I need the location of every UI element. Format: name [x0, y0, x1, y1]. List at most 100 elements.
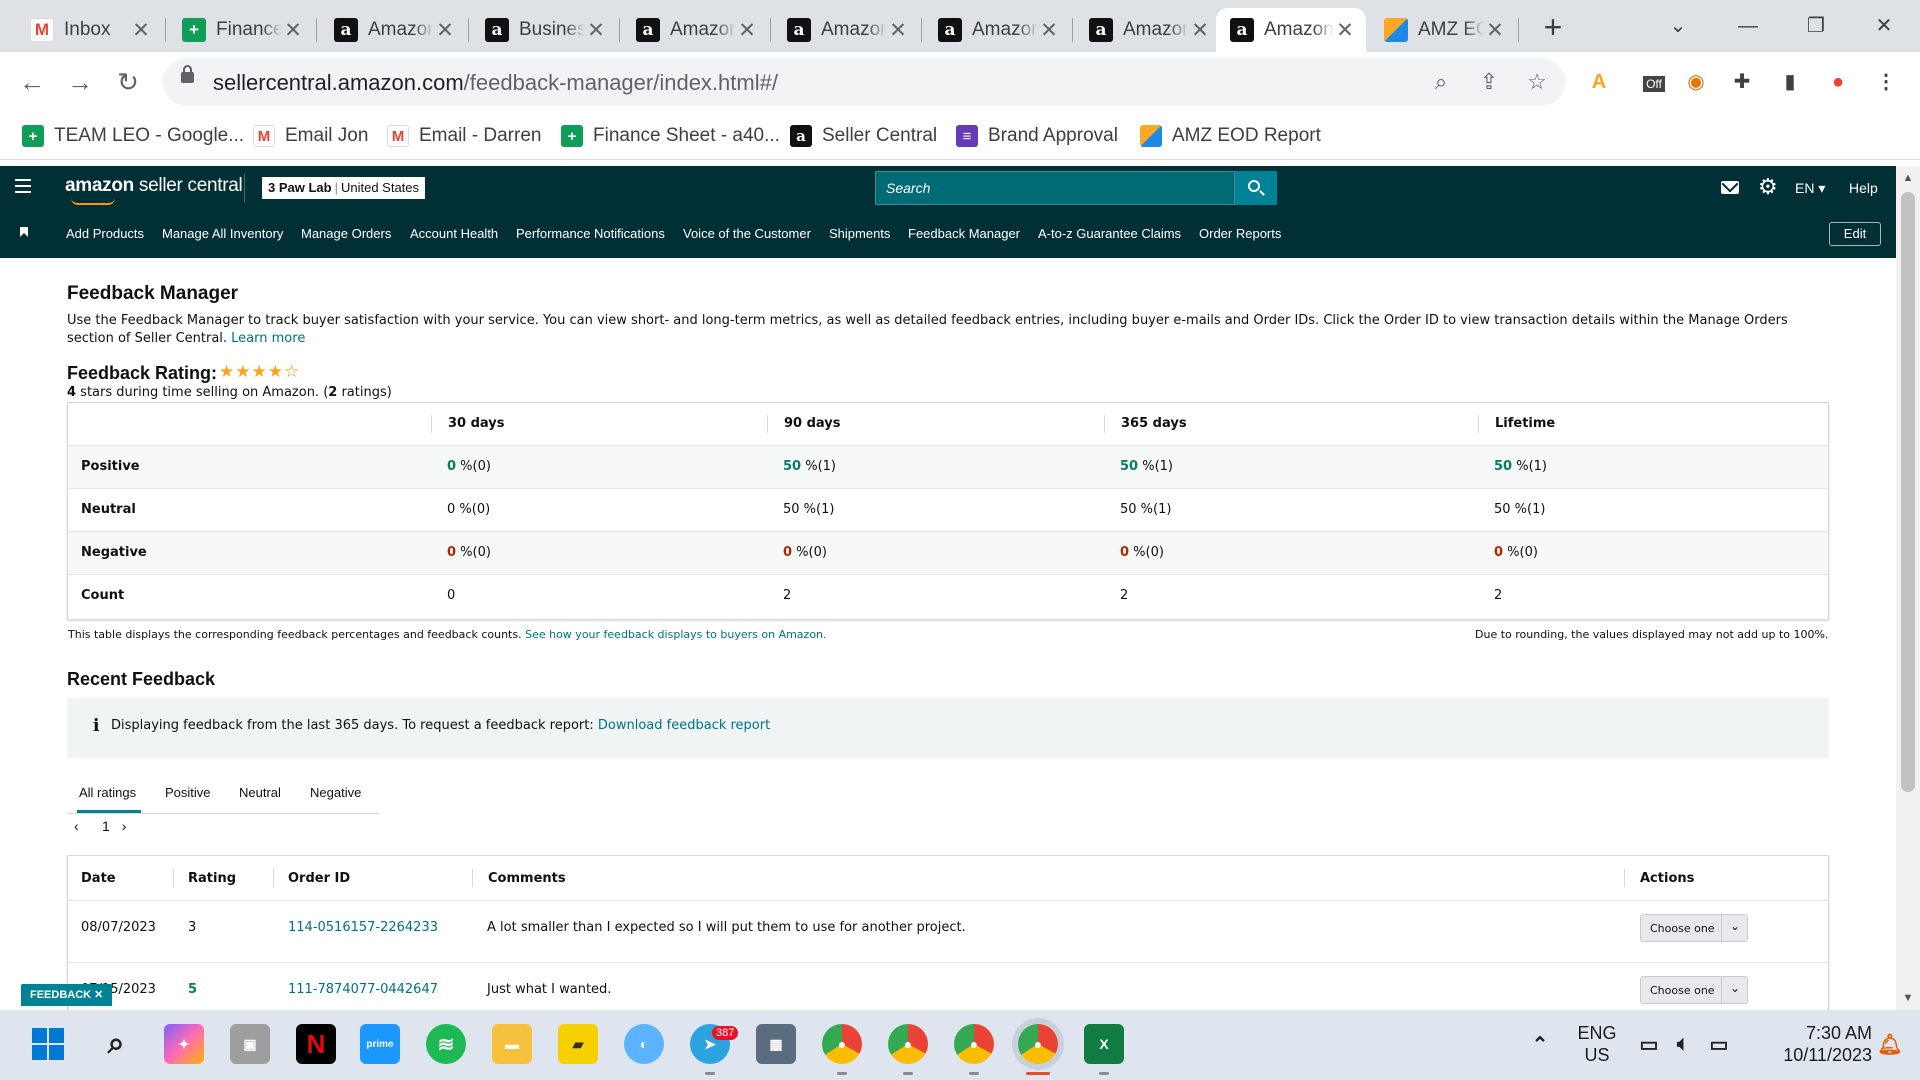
- share-icon[interactable]: ⇪: [1475, 68, 1503, 96]
- profile-avatar-icon[interactable]: ●: [1822, 66, 1854, 98]
- bookmark-email-darren[interactable]: M Email - Darren: [387, 122, 541, 150]
- buyer-display-link[interactable]: See how your feedback displays to buyers…: [525, 628, 826, 641]
- tab-all-ratings[interactable]: All ratings: [79, 785, 136, 800]
- copilot-icon[interactable]: ✦: [164, 1024, 204, 1064]
- off-extension-icon[interactable]: Off: [1638, 66, 1670, 98]
- search-button[interactable]: [1235, 171, 1277, 205]
- netflix-icon[interactable]: N: [296, 1024, 336, 1064]
- notification-bell-icon[interactable]: 🔔︎: [1872, 1024, 1908, 1064]
- close-icon[interactable]: ✕: [1189, 18, 1211, 43]
- seller-central-logo[interactable]: amazon seller central: [65, 175, 243, 205]
- next-page-icon[interactable]: ›: [122, 818, 138, 834]
- scroll-up-icon[interactable]: ▲: [1896, 168, 1920, 188]
- url-text[interactable]: sellercentral.amazon.com/feedback-manage…: [213, 70, 778, 96]
- scroll-down-icon[interactable]: ▼: [1896, 988, 1920, 1008]
- restore-icon[interactable]: ❐: [1794, 8, 1838, 44]
- edit-nav-button[interactable]: Edit: [1829, 222, 1881, 246]
- close-icon[interactable]: ✕: [434, 18, 456, 43]
- learn-more-link[interactable]: Learn more: [231, 331, 305, 346]
- star-bookmark-icon[interactable]: ☆: [1523, 68, 1551, 96]
- paint-icon[interactable]: ◐: [624, 1024, 664, 1064]
- zoom-icon[interactable]: ⌕: [1427, 68, 1455, 96]
- help-link[interactable]: Help: [1849, 180, 1878, 196]
- browser-tab-amazon-2[interactable]: a Amazon ✕: [622, 8, 768, 52]
- new-tab-button[interactable]: +: [1535, 10, 1571, 46]
- download-report-link[interactable]: Download feedback report: [598, 718, 770, 733]
- browser-tab-finance[interactable]: + Finance ✕: [168, 8, 314, 52]
- tab-search-icon[interactable]: ⌄: [1656, 8, 1700, 44]
- side-panel-icon[interactable]: ▮: [1774, 66, 1806, 98]
- extensions-puzzle-icon[interactable]: ✚: [1726, 66, 1758, 98]
- nav-atoz-claims[interactable]: A-to-z Guarantee Claims: [1038, 226, 1181, 241]
- volume-icon[interactable]: 🔈︎: [1668, 1024, 1698, 1064]
- bookmark-email-jon[interactable]: M Email Jon: [253, 122, 368, 150]
- nav-shipments[interactable]: Shipments: [829, 226, 890, 241]
- scrollbar-thumb[interactable]: [1901, 192, 1915, 792]
- browser-tab-amazon-3[interactable]: a Amazon ✕: [773, 8, 919, 52]
- search-input[interactable]: [886, 180, 1206, 196]
- nav-voice-of-customer[interactable]: Voice of the Customer: [683, 226, 811, 241]
- order-id-link[interactable]: 114-0516157-2264233: [288, 920, 438, 935]
- scout-extension-icon[interactable]: A: [1583, 66, 1615, 98]
- clock[interactable]: 7:30 AM 10/11/2023: [1752, 1022, 1872, 1066]
- tab-neutral[interactable]: Neutral: [239, 785, 281, 800]
- battery-icon[interactable]: ▭: [1704, 1024, 1734, 1064]
- tab-positive[interactable]: Positive: [165, 785, 211, 800]
- page-scrollbar[interactable]: ▲ ▼: [1896, 166, 1920, 1010]
- browser-tab-amazon-active[interactable]: a Amazon ✕: [1216, 8, 1366, 52]
- feedback-pill-button[interactable]: FEEDBACK ✕: [21, 984, 113, 1006]
- bookmark-team-leo[interactable]: + TEAM LEO - Google...: [22, 122, 244, 150]
- order-id-link[interactable]: 111-7874077-0442647: [288, 982, 438, 997]
- bookmark-icon[interactable]: [20, 227, 28, 237]
- gear-icon[interactable]: ⚙: [1758, 176, 1778, 198]
- chevron-up-icon[interactable]: ⌃: [1520, 1024, 1560, 1064]
- browser-tab-business[interactable]: a Business ✕: [471, 8, 617, 52]
- browser-tab-amazon-1[interactable]: a Amazon ✕: [320, 8, 466, 52]
- close-icon[interactable]: ✕: [887, 18, 909, 43]
- nav-manage-orders[interactable]: Manage Orders: [301, 226, 391, 241]
- action-dropdown[interactable]: Choose one ⌄: [1640, 976, 1748, 1004]
- bookmark-brand-approval[interactable]: ≡ Brand Approval: [956, 122, 1118, 150]
- close-icon[interactable]: ✕: [1038, 18, 1060, 43]
- close-icon[interactable]: ✕: [282, 18, 304, 43]
- calculator-icon[interactable]: ▦: [756, 1024, 796, 1064]
- chrome-menu-icon[interactable]: ⋮: [1870, 66, 1902, 98]
- page-number[interactable]: 1: [94, 818, 118, 834]
- windows-start-icon[interactable]: [28, 1024, 68, 1064]
- chrome-icon[interactable]: ●: [822, 1024, 862, 1064]
- close-icon[interactable]: ✕: [130, 18, 152, 43]
- bookmark-seller-central[interactable]: a Seller Central: [790, 122, 937, 150]
- orange-extension-icon[interactable]: ◉: [1680, 66, 1712, 98]
- sticky-notes-icon[interactable]: ▰: [558, 1024, 598, 1064]
- chrome-active-icon[interactable]: ●: [1018, 1024, 1058, 1064]
- close-icon[interactable]: ✕: [585, 18, 607, 43]
- browser-tab-inbox[interactable]: M Inbox ✕: [16, 8, 162, 52]
- mail-icon[interactable]: [1721, 181, 1739, 194]
- back-icon[interactable]: ←: [12, 62, 52, 102]
- search-icon[interactable]: ⌕: [96, 1024, 136, 1064]
- nav-account-health[interactable]: Account Health: [410, 226, 498, 241]
- browser-tab-amazon-4[interactable]: a Amazon ✕: [924, 8, 1070, 52]
- nav-performance-notifications[interactable]: Performance Notifications: [516, 226, 665, 241]
- forward-icon[interactable]: →: [60, 62, 100, 102]
- tab-negative[interactable]: Negative: [310, 785, 361, 800]
- spotify-icon[interactable]: ≋: [426, 1024, 466, 1064]
- close-icon[interactable]: ✕: [1484, 18, 1506, 43]
- minimize-icon[interactable]: —: [1726, 8, 1770, 44]
- store-selector[interactable]: 3 Paw Lab | United States: [262, 177, 426, 199]
- close-icon[interactable]: ✕: [1334, 18, 1356, 43]
- nav-order-reports[interactable]: Order Reports: [1199, 226, 1281, 241]
- language-selector[interactable]: EN ▾: [1795, 180, 1825, 197]
- language-indicator[interactable]: ENG US: [1572, 1022, 1622, 1066]
- chrome-profile-icon[interactable]: ●: [954, 1024, 994, 1064]
- task-view-icon[interactable]: ▣: [230, 1024, 270, 1064]
- window-close-icon[interactable]: ✕: [1862, 8, 1906, 44]
- network-icon[interactable]: ▭: [1634, 1024, 1664, 1064]
- browser-tab-amz-eod[interactable]: AMZ EOD ✕: [1370, 8, 1516, 52]
- bookmark-amz-eod[interactable]: AMZ EOD Report: [1140, 122, 1321, 150]
- nav-add-products[interactable]: Add Products: [66, 226, 144, 241]
- hamburger-menu-icon[interactable]: [15, 179, 31, 193]
- nav-feedback-manager[interactable]: Feedback Manager: [908, 226, 1020, 241]
- address-bar[interactable]: sellercentral.amazon.com/feedback-manage…: [163, 58, 1565, 106]
- bookmark-finance-sheet[interactable]: + Finance Sheet - a40...: [561, 122, 780, 150]
